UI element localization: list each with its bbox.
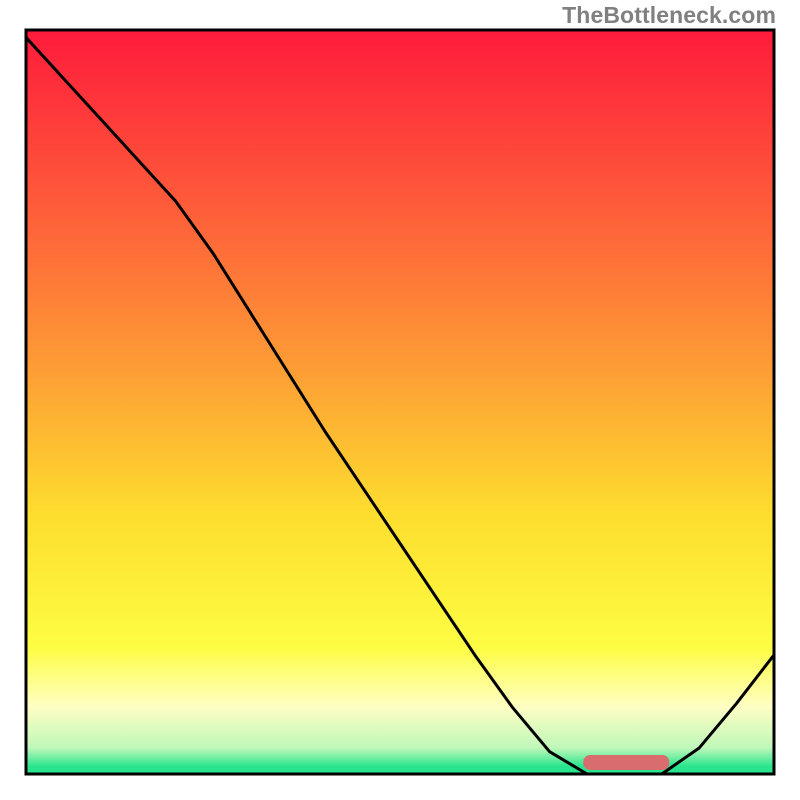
- bottleneck-chart: [0, 0, 800, 800]
- chart-container: { "watermark": "TheBottleneck.com", "cha…: [0, 0, 800, 800]
- optimal-marker: [583, 755, 669, 770]
- plot-background: [26, 30, 774, 774]
